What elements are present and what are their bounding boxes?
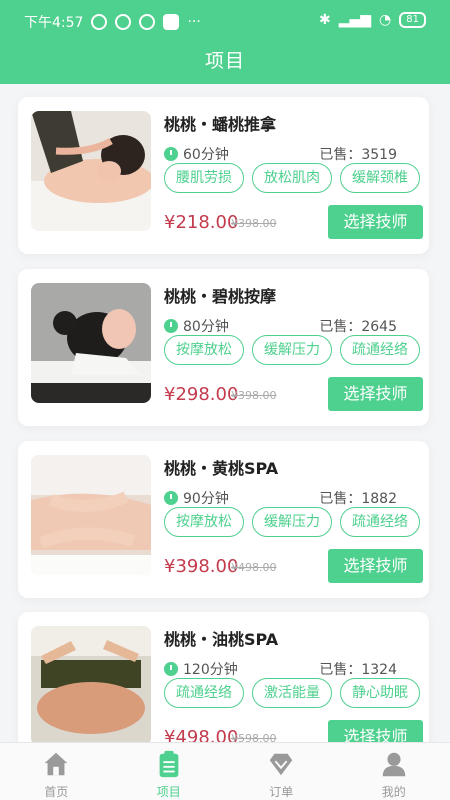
tag-list: 按摩放松 缓解压力 疏通经络 (164, 335, 424, 365)
home-icon (45, 752, 68, 776)
tag-list: 按摩放松 缓解压力 疏通经络 (164, 507, 424, 537)
sold-count: 已售：1882 (319, 491, 397, 507)
status-left: 下午4:57 ··· (24, 12, 201, 32)
tab-label-home: 首页 (44, 785, 69, 799)
project-card[interactable]: 桃桃・黄桃SPA 90分钟 已售：1882 按摩放松 缓解压力 疏通经络 ¥39… (18, 441, 429, 598)
user-icon (382, 752, 405, 777)
price: ¥218.00 (164, 212, 239, 233)
project-name: 桃桃・油桃SPA (164, 630, 279, 649)
clock-icon (164, 147, 178, 161)
select-technician-button[interactable]: 选择技师 (328, 720, 423, 742)
app-header: 下午4:57 ··· ✱ ▂▄▆ ◔ 81 项目 (0, 0, 450, 84)
duration-text: 90分钟 (183, 491, 229, 507)
avatar-notification-icon (163, 14, 180, 30)
status-bar: 下午4:57 ··· ✱ ▂▄▆ ◔ 81 (0, 0, 450, 38)
original-price: ¥598.00 (231, 732, 277, 742)
shield-icon (139, 14, 156, 30)
sold-count: 已售：3519 (319, 147, 397, 163)
more-notifications-icon: ··· (187, 14, 201, 30)
project-name: 桃桃・黄桃SPA (164, 459, 279, 478)
select-technician-button[interactable]: 选择技师 (328, 377, 423, 411)
tab-profile[interactable]: 我的 (338, 743, 450, 800)
tag-list: 腰肌劳损 放松肌肉 缓解颈椎 (164, 163, 424, 193)
bottom-tab-bar: 首页 项目 订单 我的 (0, 742, 450, 800)
tag: 腰肌劳损 (164, 163, 244, 193)
project-photo-spa (31, 455, 151, 575)
project-card[interactable]: 桃桃・蟠桃推拿 60分钟 已售：3519 腰肌劳损 放松肌肉 缓解颈椎 ¥218… (18, 97, 429, 254)
original-price: ¥498.00 (231, 561, 277, 574)
project-image (31, 111, 151, 231)
tab-label-projects: 项目 (156, 785, 181, 799)
tag-list: 疏通经络 激活能量 静心助眠 (164, 678, 424, 708)
clock-icon (164, 491, 178, 505)
duration-text: 120分钟 (183, 662, 238, 678)
select-technician-button[interactable]: 选择技师 (328, 549, 423, 583)
project-photo-oil-massage (31, 626, 151, 742)
tag: 缓解压力 (252, 507, 332, 537)
page-title: 项目 (204, 50, 245, 72)
bluetooth-icon: ✱ (319, 12, 331, 28)
clock-icon (164, 662, 178, 676)
tab-label-profile: 我的 (381, 785, 406, 799)
wifi-icon: ◔ (379, 12, 392, 28)
tag: 疏通经络 (164, 678, 244, 708)
duration-text: 80分钟 (183, 319, 229, 335)
project-image (31, 283, 151, 403)
project-duration: 120分钟 (164, 659, 238, 679)
battery-icon: 81 (399, 12, 426, 28)
signal-icon: ▂▄▆ (338, 12, 372, 28)
alarm-icon (91, 14, 108, 30)
tag: 疏通经络 (340, 507, 420, 537)
original-price: ¥398.00 (231, 217, 277, 230)
project-image (31, 455, 151, 575)
project-card[interactable]: 桃桃・油桃SPA 120分钟 已售：1324 疏通经络 激活能量 静心助眠 ¥4… (18, 612, 429, 742)
price: ¥298.00 (164, 384, 239, 405)
tag: 激活能量 (252, 678, 332, 708)
status-right: ✱ ▂▄▆ ◔ 81 (319, 12, 426, 28)
project-duration: 60分钟 (164, 144, 229, 164)
clock-icon (164, 319, 178, 333)
tag: 按摩放松 (164, 507, 244, 537)
project-duration: 80分钟 (164, 316, 229, 336)
tab-label-orders: 订单 (269, 785, 294, 799)
sold-count: 已售：1324 (319, 662, 397, 678)
tag: 缓解压力 (252, 335, 332, 365)
tag: 按摩放松 (164, 335, 244, 365)
project-list[interactable]: 桃桃・蟠桃推拿 60分钟 已售：3519 腰肌劳损 放松肌肉 缓解颈椎 ¥218… (0, 84, 450, 742)
status-time: 下午4:57 (24, 15, 84, 31)
project-name: 桃桃・碧桃按摩 (164, 287, 277, 306)
tag: 静心助眠 (340, 678, 420, 708)
tag: 疏通经络 (340, 335, 420, 365)
duration-text: 60分钟 (183, 147, 229, 163)
app-notification-icon (115, 14, 132, 30)
diamond-icon (270, 753, 293, 776)
tag: 放松肌肉 (252, 163, 332, 193)
sold-count: 已售：2645 (319, 319, 397, 335)
project-photo-back-massage (31, 111, 151, 231)
tab-projects[interactable]: 项目 (113, 743, 226, 800)
tab-orders[interactable]: 订单 (225, 743, 338, 800)
select-technician-button[interactable]: 选择技师 (328, 205, 423, 239)
project-image (31, 626, 151, 742)
price: ¥498.00 (164, 727, 239, 742)
original-price: ¥398.00 (231, 389, 277, 402)
project-photo-neck-massage (31, 283, 151, 403)
project-card[interactable]: 桃桃・碧桃按摩 80分钟 已售：2645 按摩放松 缓解压力 疏通经络 ¥298… (18, 269, 429, 426)
clipboard-icon (159, 750, 179, 778)
price: ¥398.00 (164, 556, 239, 577)
tag: 缓解颈椎 (340, 163, 420, 193)
tab-home[interactable]: 首页 (0, 743, 113, 800)
project-duration: 90分钟 (164, 488, 229, 508)
project-name: 桃桃・蟠桃推拿 (164, 115, 277, 134)
